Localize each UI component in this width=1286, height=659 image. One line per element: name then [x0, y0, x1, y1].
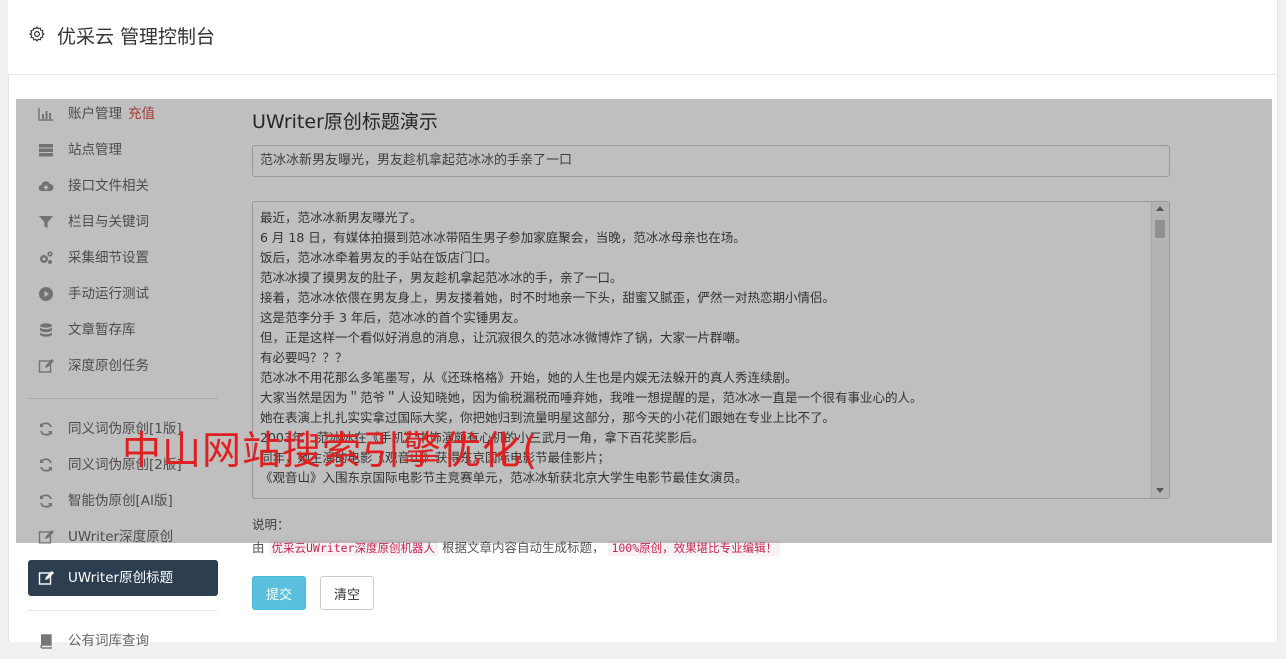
- filter-icon: [38, 214, 54, 230]
- content-line: 有必要吗？？？: [260, 350, 348, 365]
- sidebar-item-label: UWriter原创标题: [68, 570, 174, 586]
- sidebar-divider: [28, 610, 218, 611]
- scroll-up-icon[interactable]: [1156, 206, 1164, 211]
- sidebar-item-label: 智能伪原创[AI版]: [68, 493, 173, 509]
- sidebar-item-ai-rewrite[interactable]: 智能伪原创[AI版]: [28, 483, 218, 519]
- submit-button[interactable]: 提交: [252, 576, 306, 610]
- edit-icon: [38, 358, 54, 374]
- watermark-text: 中山网站搜索引擎优化(: [122, 429, 539, 474]
- notes-robot-name: 优采云UWriter深度原创机器人: [268, 540, 438, 556]
- content-line: 但，正是这样一个看似好消息的消息，让沉寂很久的范冰冰微博炸了锅，大家一片群嘲。: [260, 330, 748, 345]
- sidebar-item-article-store[interactable]: 文章暂存库: [28, 312, 218, 348]
- edit-icon: [38, 570, 54, 586]
- notes-highlight: 100%原创，效果堪比专业编辑！: [608, 540, 781, 556]
- clear-button[interactable]: 清空: [320, 576, 374, 610]
- sidebar-item-label: 深度原创任务: [68, 358, 149, 374]
- book-icon: [38, 633, 54, 649]
- sidebar-item-label: UWriter深度原创: [68, 529, 174, 545]
- cogs-icon: [38, 250, 54, 266]
- gear-icon: [29, 26, 45, 42]
- main-content: UWriter原创标题演示 范冰冰新男友曝光，男友趁机拿起范冰冰的手亲了一口 最…: [252, 100, 1172, 610]
- sidebar-item-uwriter-deep[interactable]: UWriter深度原创: [28, 519, 218, 555]
- sidebar-item-label: 采集细节设置: [68, 250, 149, 266]
- content-line: 接着，范冰冰依偎在男友身上，男友搂着她，时不时地亲一下头，甜蜜又腻歪，俨然一对热…: [260, 290, 836, 305]
- content-line: 这是范李分手 3 年后，范冰冰的首个实锤男友。: [260, 310, 526, 325]
- sidebar-item-label: 公有词库查询: [68, 633, 149, 649]
- refresh-icon: [38, 493, 54, 509]
- sidebar-item-label: 手动运行测试: [68, 286, 149, 302]
- sidebar-item-label: 账户管理: [68, 106, 122, 122]
- sidebar-item-account[interactable]: 账户管理 充值: [28, 96, 218, 132]
- notes-text: 由 优采云UWriter深度原创机器人 根据文章内容自动生成标题， 100%原创…: [252, 537, 781, 556]
- page-title: 优采云 管理控制台: [57, 26, 216, 48]
- sidebar-item-label: 接口文件相关: [68, 178, 149, 194]
- scroll-thumb[interactable]: [1155, 220, 1165, 238]
- top-header: 优采云 管理控制台: [8, 0, 1276, 75]
- sidebar-item-sites[interactable]: 站点管理: [28, 132, 218, 168]
- sidebar-item-manual-run[interactable]: 手动运行测试: [28, 276, 218, 312]
- database-icon: [38, 322, 54, 338]
- cloud-upload-icon: [38, 178, 54, 194]
- sidebar-item-columns-keywords[interactable]: 栏目与关键词: [28, 204, 218, 240]
- sidebar-item-deep-original-task[interactable]: 深度原创任务: [28, 348, 218, 384]
- content-line: 最近，范冰冰新男友曝光了。: [260, 210, 423, 225]
- refresh-icon: [38, 421, 54, 437]
- content-line: 大家当然是因为＂范爷＂人设知晓她，因为偷税漏税而唾弃她，我唯一想提醒的是，范冰冰…: [260, 390, 923, 405]
- scroll-down-icon[interactable]: [1156, 488, 1164, 493]
- sidebar-item-public-lexicon[interactable]: 公有词库查询: [28, 623, 218, 659]
- section-heading: UWriter原创标题演示: [252, 111, 438, 133]
- content-scrollbar[interactable]: [1151, 202, 1169, 498]
- content-line: 6 月 18 日，有媒体拍摄到范冰冰带陌生男子参加家庭聚会，当晚，范冰冰母亲也在…: [260, 230, 746, 245]
- sidebar-item-collect-settings[interactable]: 采集细节设置: [28, 240, 218, 276]
- content-line: 范冰冰不用花那么多笔墨写，从《还珠格格》开始，她的人生也是内娱无法躲开的真人秀连…: [260, 370, 798, 385]
- notes-label: 说明：: [252, 517, 290, 532]
- sidebar-item-label: 站点管理: [68, 142, 122, 158]
- edit-icon: [38, 529, 54, 545]
- sidebar-item-label: 栏目与关键词: [68, 214, 149, 230]
- content-line: 饭后，范冰冰牵着男友的手站在饭店门口。: [260, 250, 498, 265]
- title-input[interactable]: 范冰冰新男友曝光，男友趁机拿起范冰冰的手亲了一口: [252, 145, 1170, 177]
- server-icon: [38, 142, 54, 158]
- bar-chart-icon: [38, 106, 54, 122]
- sidebar-nav: 账户管理 充值 站点管理 接口文件相关 栏目与关键词 采集细节设置 手动运行测试 …: [28, 96, 218, 659]
- content-line: 范冰冰摸了摸男友的肚子，男友趁机拿起范冰冰的手，亲了一口。: [260, 270, 623, 285]
- play-circle-icon: [38, 286, 54, 302]
- recharge-link[interactable]: 充值: [128, 106, 155, 122]
- refresh-icon: [38, 457, 54, 473]
- sidebar-item-uwriter-title[interactable]: UWriter原创标题: [28, 560, 218, 596]
- notes-middle: 根据文章内容自动生成标题，: [441, 540, 605, 555]
- sidebar-divider: [28, 398, 218, 399]
- sidebar-item-label: 文章暂存库: [68, 322, 136, 338]
- notes-prefix: 由: [252, 540, 265, 555]
- sidebar-item-interface-files[interactable]: 接口文件相关: [28, 168, 218, 204]
